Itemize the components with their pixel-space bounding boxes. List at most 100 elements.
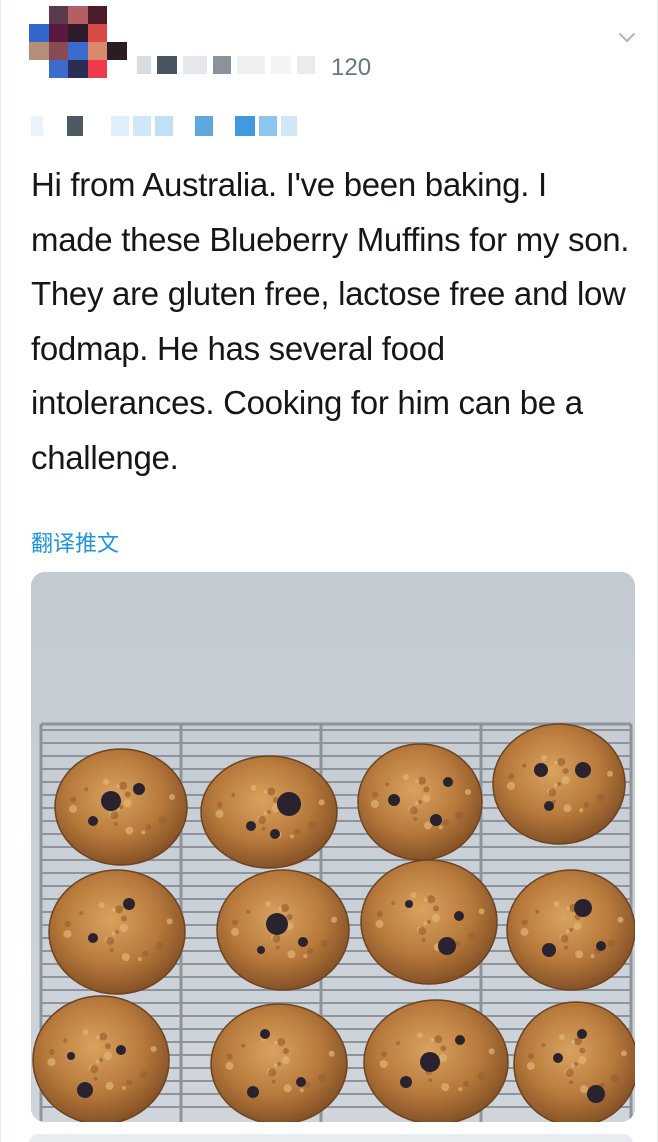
blueberry [438, 937, 456, 955]
mosaic-block [68, 78, 88, 96]
mosaic-block [155, 116, 173, 136]
mosaic-block [107, 60, 127, 78]
muffin [492, 723, 626, 845]
muffin [54, 748, 188, 866]
next-item-edge [29, 1134, 633, 1142]
mosaic-block [29, 6, 49, 24]
muffin [506, 869, 635, 991]
blueberry [405, 900, 413, 908]
tweet-photo[interactable] [31, 572, 635, 1122]
mosaic-block [31, 116, 43, 136]
blueberry [443, 777, 453, 787]
mosaic-block [183, 56, 207, 74]
mosaic-block [87, 24, 108, 42]
blueberry [67, 1052, 75, 1060]
blueberry [116, 1045, 126, 1055]
avatar[interactable] [29, 6, 127, 96]
mosaic-block [48, 60, 69, 78]
translate-tweet-link[interactable]: 翻译推文 [31, 526, 119, 558]
mosaic-block [48, 24, 69, 42]
mosaic-block [137, 56, 151, 74]
mosaic-block [29, 42, 49, 60]
blueberry [455, 1035, 465, 1045]
muffin [200, 755, 338, 869]
mosaic-block [87, 60, 108, 78]
chevron-down-icon[interactable] [617, 28, 637, 48]
blueberry [596, 941, 606, 951]
mosaic-block [107, 6, 127, 24]
blueberry [296, 1077, 306, 1087]
mosaic-block [133, 116, 151, 136]
mosaic-block [177, 116, 191, 136]
blueberry [247, 1086, 259, 1098]
mosaic-block [107, 42, 127, 60]
mosaic-block [48, 78, 69, 96]
user-handle: 120 [331, 54, 372, 81]
mosaic-block [107, 78, 127, 96]
mosaic-block [217, 116, 231, 136]
muffin [210, 1003, 348, 1122]
blueberry [400, 1076, 412, 1088]
blueberry [544, 801, 554, 811]
blueberry [246, 821, 256, 831]
blueberry [266, 913, 288, 935]
photo-icon [31, 572, 635, 1122]
mosaic-block [68, 60, 88, 78]
muffin [360, 859, 498, 985]
blueberry [587, 1085, 605, 1103]
mosaic-block [259, 116, 277, 136]
mosaic-block [68, 42, 88, 60]
blueberry [542, 943, 556, 957]
blueberry [430, 814, 442, 826]
mosaic-block [29, 24, 49, 42]
mosaic-block [29, 60, 49, 78]
blueberry [77, 1082, 93, 1098]
blueberry [101, 791, 121, 811]
tweet-page: 120 Hi from Australia. I've been baking.… [0, 0, 658, 1142]
blueberry [454, 911, 464, 921]
blueberry [574, 899, 592, 917]
blueberry [257, 946, 265, 954]
muffin [32, 995, 170, 1122]
muffin [363, 999, 509, 1122]
muffin [216, 869, 350, 991]
mosaic-block [67, 116, 83, 136]
blueberry [123, 898, 135, 910]
mosaic-block [111, 116, 129, 136]
muffin [48, 869, 186, 995]
blueberry [577, 1029, 587, 1039]
blueberry [575, 762, 591, 778]
mosaic-block [87, 116, 107, 136]
blueberry [420, 1052, 440, 1072]
blueberry [388, 794, 400, 806]
mosaic-block [213, 56, 231, 74]
blueberry [88, 933, 98, 943]
mosaic-block [195, 116, 213, 136]
muffin [513, 1001, 635, 1122]
user-name-pixelated[interactable] [137, 52, 315, 78]
secondary-info-pixelated [31, 116, 297, 136]
mosaic-block [297, 56, 315, 74]
mosaic-block [68, 6, 88, 24]
mosaic-block [87, 6, 108, 24]
mosaic-block [87, 42, 108, 60]
mosaic-block [48, 6, 69, 24]
mosaic-block [68, 24, 88, 42]
blueberry [270, 829, 280, 839]
tweet-text: Hi from Australia. I've been baking. I m… [31, 166, 638, 476]
blueberry [298, 937, 308, 947]
mosaic-block [107, 24, 127, 42]
blueberry [133, 783, 145, 795]
blueberry [88, 816, 98, 826]
mosaic-block [87, 78, 108, 96]
avatar-mosaic [29, 6, 127, 96]
blueberry [260, 1029, 270, 1039]
muffin [357, 743, 483, 861]
mosaic-block [29, 78, 49, 96]
mosaic-block [47, 116, 63, 136]
blueberry [277, 792, 301, 816]
mosaic-block [281, 116, 297, 136]
mosaic-block [157, 56, 177, 74]
mosaic-block [271, 56, 291, 74]
mosaic-block [235, 116, 255, 136]
